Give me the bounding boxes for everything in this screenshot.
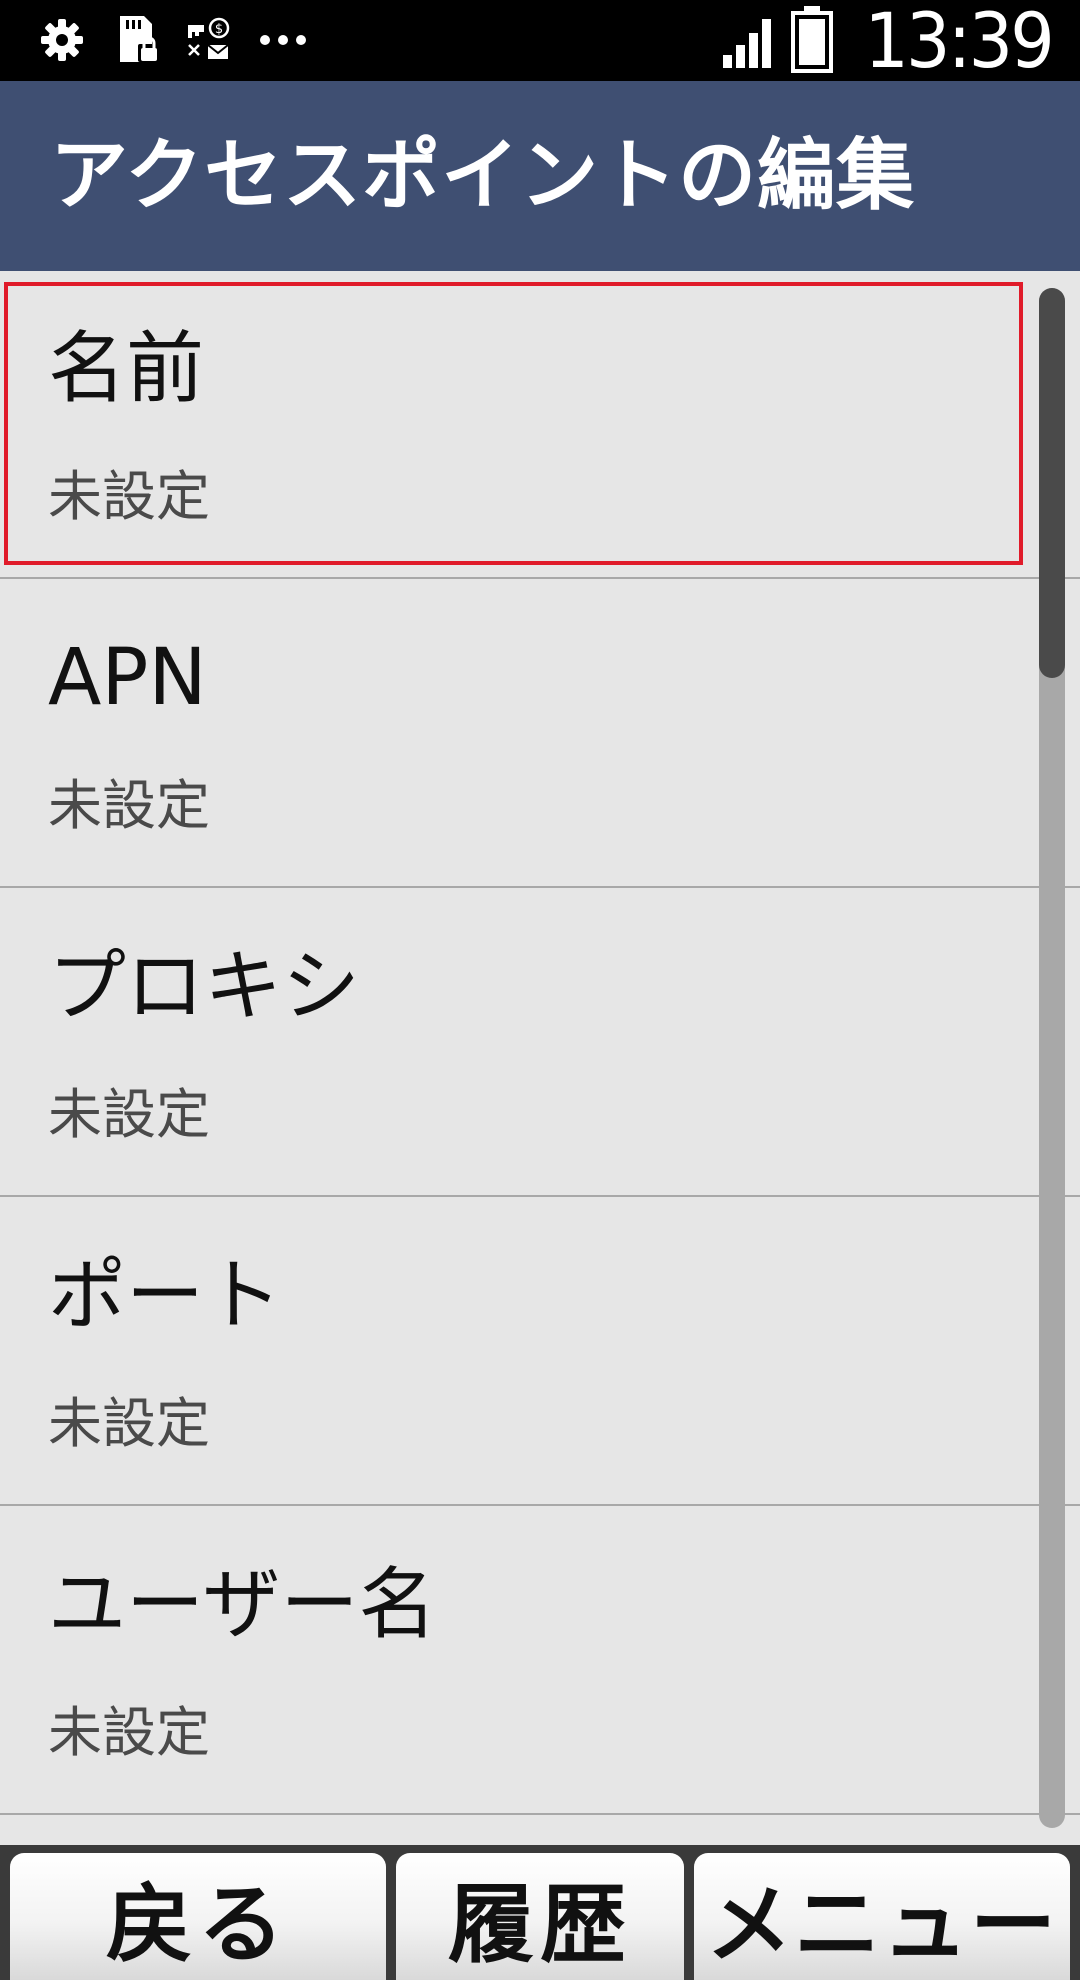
gear-icon <box>38 16 86 64</box>
status-icons-right: 13:39 <box>722 0 1055 85</box>
list-item-apn[interactable]: APN 未設定 <box>0 580 1080 888</box>
divider <box>0 1195 1080 1197</box>
list-item-title: ユーザー名 <box>48 1560 437 1650</box>
scrollbar[interactable] <box>1039 288 1065 1828</box>
list-item-title: APN <box>48 633 207 723</box>
softkey-bar: 戻る 履歴 メニュー <box>0 1845 1080 1980</box>
list-item-title: プロキシ <box>48 942 361 1032</box>
page-title: アクセスポイントの編集 <box>50 131 916 221</box>
back-button[interactable]: 戻る <box>10 1853 386 1980</box>
list-item-port[interactable]: ポート 未設定 <box>0 1198 1080 1506</box>
divider <box>0 577 1080 579</box>
settings-list[interactable]: 名前 未設定 APN 未設定 プロキシ 未設定 ポート 未設定 ユーザー名 未設… <box>0 271 1080 1845</box>
title-bar: アクセスポイントの編集 <box>0 81 1080 271</box>
divider <box>0 886 1080 888</box>
status-icons-left: $ <box>38 12 308 68</box>
list-item-value: 未設定 <box>48 1701 210 1764</box>
screen: $ 13:39 アクセスポイントの編集 名前 未設定 APN 未設定 プロキシ … <box>0 0 1080 1980</box>
battery-icon <box>790 5 834 77</box>
sd-card-lock-icon <box>112 14 160 66</box>
scrollbar-thumb[interactable] <box>1039 288 1065 678</box>
list-item-proxy[interactable]: プロキシ 未設定 <box>0 889 1080 1197</box>
history-button[interactable]: 履歴 <box>396 1853 684 1980</box>
status-bar: $ 13:39 <box>0 0 1080 81</box>
svg-text:$: $ <box>215 22 223 37</box>
list-item-name[interactable]: 名前 未設定 <box>0 271 1080 579</box>
divider <box>0 1813 1080 1815</box>
focus-highlight <box>4 282 1023 565</box>
clock: 13:39 <box>864 0 1054 85</box>
key-message-icon: $ <box>186 17 232 63</box>
signal-icon <box>722 9 776 73</box>
list-item-username[interactable]: ユーザー名 未設定 <box>0 1507 1080 1815</box>
divider <box>0 1504 1080 1506</box>
list-item-value: 未設定 <box>48 774 210 837</box>
more-dots-icon <box>258 33 308 47</box>
menu-button[interactable]: メニュー <box>694 1853 1070 1980</box>
list-item-value: 未設定 <box>48 1083 210 1146</box>
list-item-value: 未設定 <box>48 1392 210 1455</box>
list-item-title: ポート <box>48 1251 283 1341</box>
